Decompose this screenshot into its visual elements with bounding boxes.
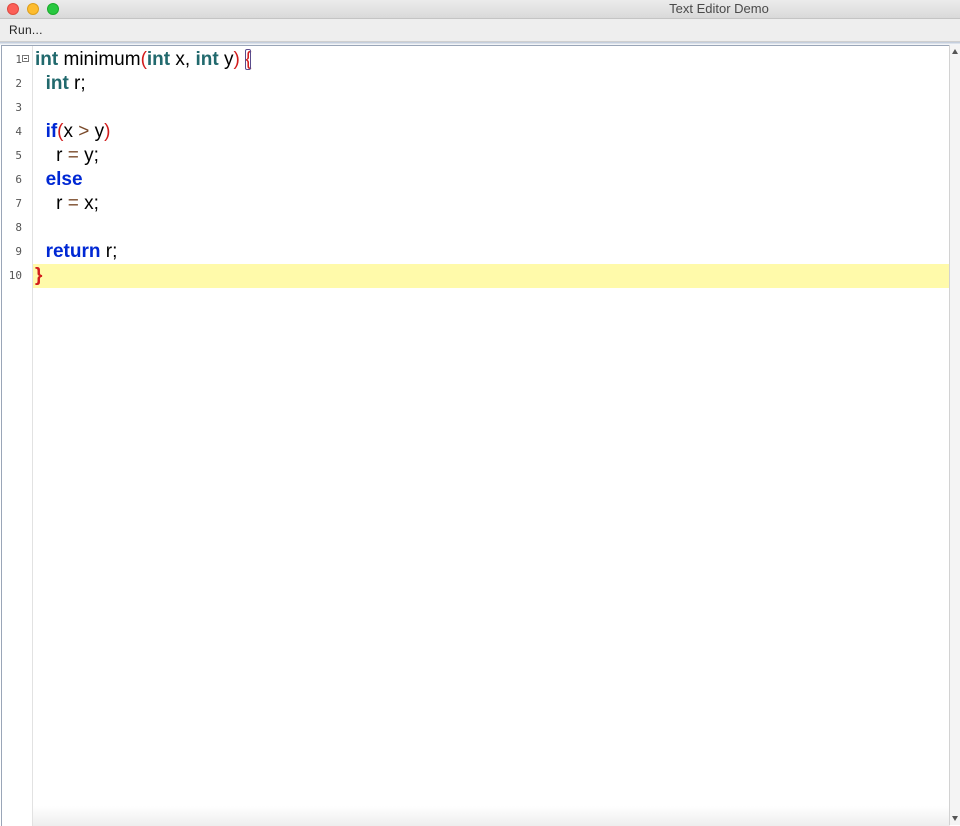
- line-number: 10: [8, 269, 22, 282]
- vertical-scrollbar[interactable]: [949, 45, 960, 825]
- keyword: int: [146, 49, 171, 70]
- keyword: int: [45, 73, 69, 94]
- keyword: return: [45, 241, 101, 262]
- run-button[interactable]: Run...: [9, 22, 43, 38]
- code-text: y: [89, 121, 105, 142]
- keyword: int: [35, 49, 59, 70]
- matched-brace: {: [245, 49, 252, 70]
- code-line-5[interactable]: r = y;: [35, 144, 99, 168]
- code-line-2[interactable]: int r;: [35, 72, 86, 96]
- param: y: [218, 49, 234, 70]
- operator: =: [67, 145, 79, 166]
- keyword: int: [195, 49, 219, 70]
- toolbar: Run...: [0, 19, 960, 42]
- keyword: if: [45, 121, 58, 142]
- line-number: 5: [15, 149, 22, 162]
- title-bar: Text Editor Demo: [0, 0, 960, 19]
- keyword: else: [45, 169, 83, 190]
- editor-bottom-shade: [33, 806, 950, 826]
- code-line-10[interactable]: }: [35, 264, 42, 288]
- function-name: minimum: [58, 49, 141, 70]
- line-number: 6: [15, 173, 22, 186]
- scroll-up-arrow-icon[interactable]: [952, 49, 958, 54]
- closing-brace: }: [35, 265, 43, 286]
- line-number-gutter: 1 2 3 4 5 6 7 8 9 10: [2, 46, 33, 826]
- line-number: 8: [15, 221, 22, 234]
- window-title: Text Editor Demo: [669, 1, 769, 16]
- code-line-6[interactable]: else: [35, 168, 83, 192]
- line-number: 4: [15, 125, 22, 138]
- line-number: 3: [15, 101, 22, 114]
- line-number: 7: [15, 197, 22, 210]
- line-number: 2: [15, 77, 22, 90]
- code-text: r: [56, 145, 68, 166]
- operator: =: [67, 193, 79, 214]
- fold-collapse-icon[interactable]: [22, 55, 29, 62]
- scroll-down-arrow-icon[interactable]: [952, 816, 958, 821]
- code-text: y;: [78, 145, 99, 166]
- current-line-highlight: [33, 264, 950, 288]
- operator: >: [78, 121, 90, 142]
- paren: ): [104, 121, 111, 142]
- code-line-4[interactable]: if(x > y): [35, 120, 111, 144]
- code-text: x: [63, 121, 79, 142]
- code-text: x;: [78, 193, 99, 214]
- code-line-9[interactable]: return r;: [35, 240, 118, 264]
- line-number: 1: [15, 53, 22, 66]
- code-line-1[interactable]: int minimum(int x, int y) {: [35, 48, 252, 72]
- code-text: r;: [100, 241, 118, 262]
- param: x,: [170, 49, 196, 70]
- line-number: 9: [15, 245, 22, 258]
- code-line-7[interactable]: r = x;: [35, 192, 99, 216]
- code-editor[interactable]: 1 2 3 4 5 6 7 8 9 10 int minimum(int x, …: [1, 45, 950, 826]
- code-text: r;: [68, 73, 86, 94]
- code-text: r: [56, 193, 68, 214]
